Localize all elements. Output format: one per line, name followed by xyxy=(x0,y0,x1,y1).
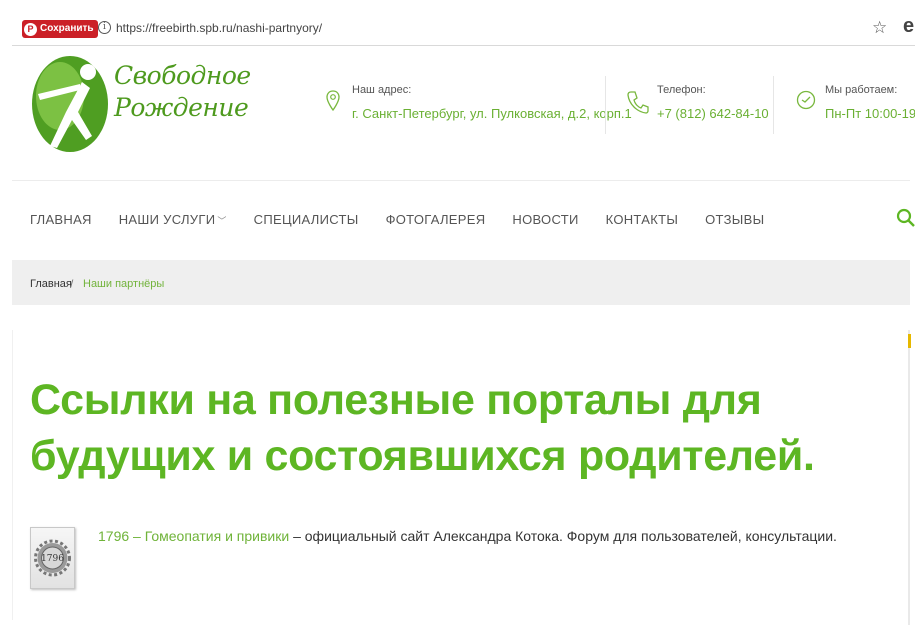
logo-line-1: Свободное xyxy=(114,61,251,90)
header-divider xyxy=(773,76,774,134)
logo-line-2: Рождение xyxy=(114,93,249,122)
search-icon[interactable] xyxy=(896,208,915,227)
partner-thumbnail-label: 1796 xyxy=(41,554,64,564)
breadcrumb: Главная / Наши партнёры xyxy=(12,260,910,305)
address-value: г. Санкт-Петербург, ул. Пулковская, д.2,… xyxy=(352,106,632,121)
content-border xyxy=(908,330,910,625)
logo-text[interactable]: Свободное Рождение xyxy=(114,60,251,124)
bookmark-star-icon[interactable]: ☆ xyxy=(872,18,887,38)
chevron-down-icon: ﹀ xyxy=(217,216,227,226)
nav-item-gallery[interactable]: ФОТОГАЛЕРЕЯ xyxy=(386,212,486,227)
header-divider-line xyxy=(12,180,910,181)
side-marker xyxy=(908,334,911,348)
pinterest-save-label: Сохранить xyxy=(40,23,94,34)
nav-item-services-label: НАШИ УСЛУГИ xyxy=(118,212,216,227)
logo-icon[interactable] xyxy=(30,54,110,154)
url-field[interactable]: https://freebirth.spb.ru/nashi-partnyory… xyxy=(116,21,322,35)
partner-thumbnail[interactable]: 1796 xyxy=(30,527,75,589)
info-icon[interactable]: i xyxy=(98,21,111,34)
page-title: Ссылки на полезные порталы для будущих и… xyxy=(30,376,815,480)
phone-icon xyxy=(627,91,649,114)
nav-item-news[interactable]: НОВОСТИ xyxy=(512,212,578,227)
gear-seal-icon: 1796 xyxy=(34,539,71,577)
pinterest-icon: P xyxy=(24,22,37,36)
phone-value[interactable]: +7 (812) 642-84-10 xyxy=(657,106,769,121)
partner-link-row: 1796 – Гомеопатия и привики – официальны… xyxy=(98,528,837,544)
phone-label: Телефон: xyxy=(657,84,706,96)
hours-label: Мы работаем: xyxy=(825,84,898,96)
header-divider xyxy=(605,76,606,134)
breadcrumb-home[interactable]: Главная xyxy=(30,278,72,290)
clock-icon xyxy=(796,90,816,110)
nav-item-reviews[interactable]: ОТЗЫВЫ xyxy=(705,212,764,227)
nav-item-specialists[interactable]: СПЕЦИАЛИСТЫ xyxy=(254,212,359,227)
pinterest-save-button[interactable]: P Сохранить xyxy=(22,20,98,38)
partner-link[interactable]: 1796 – Гомеопатия и привики xyxy=(98,528,289,544)
nav-item-contacts[interactable]: КОНТАКТЫ xyxy=(606,212,679,227)
content-border xyxy=(12,330,13,620)
nav-item-home[interactable]: ГЛАВНАЯ xyxy=(30,212,92,227)
breadcrumb-separator: / xyxy=(70,277,74,291)
hours-value: Пн-Пт 10:00-19:30 xyxy=(825,106,915,121)
map-pin-icon xyxy=(326,90,340,112)
browser-address-bar: P Сохранить i https://freebirth.spb.ru/n… xyxy=(12,12,915,46)
address-label: Наш адрес: xyxy=(352,84,412,96)
partner-description: – официальный сайт Александра Котока. Фо… xyxy=(289,528,837,544)
breadcrumb-current: Наши партнёры xyxy=(83,278,165,290)
nav-item-services[interactable]: НАШИ УСЛУГИ ﹀ xyxy=(119,212,227,227)
extension-icon[interactable]: e xyxy=(903,15,914,38)
main-nav: ГЛАВНАЯ НАШИ УСЛУГИ ﹀ СПЕЦИАЛИСТЫ ФОТОГАЛ… xyxy=(30,212,791,227)
